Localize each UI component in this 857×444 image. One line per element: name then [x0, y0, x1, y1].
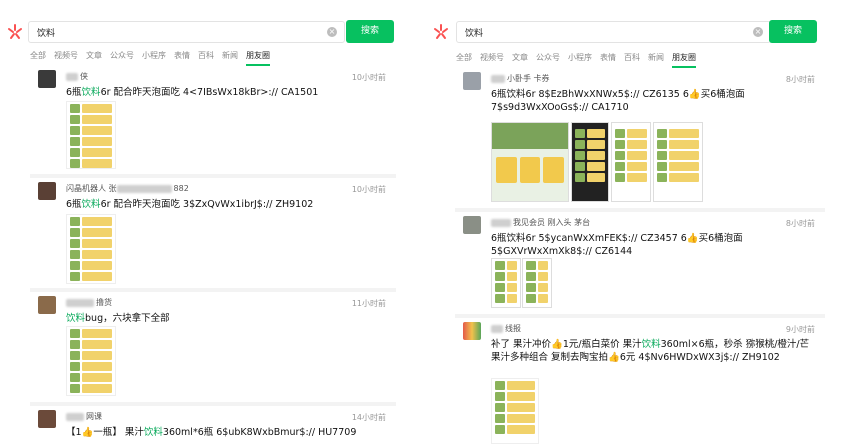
avatar[interactable] — [38, 70, 56, 88]
tab-mini-programs[interactable]: 小程序 — [142, 50, 166, 66]
post-image[interactable] — [491, 378, 539, 444]
post-time: 10小时前 — [351, 73, 386, 82]
post-time: 10小时前 — [351, 185, 386, 194]
moment-post[interactable]: 侠 10小时前 6瓶饮料6r 配合昨天泡面吃 4<7IBsWx18kBr>://… — [30, 66, 396, 174]
post-image[interactable] — [66, 326, 116, 396]
post-author[interactable]: 撸货 — [66, 297, 112, 308]
post-image[interactable] — [611, 122, 651, 202]
post-text: 6瓶饮料6r 配合昨天泡面吃 3$ZxQvWx1ibrJ$:// ZH9102 — [66, 199, 314, 210]
tab-encyclopedia[interactable]: 百科 — [624, 52, 640, 68]
post-author[interactable]: 小卧手 卡券 — [491, 73, 550, 84]
post-text: 6瓶饮料6r 配合昨天泡面吃 4<7IBsWx18kBr>:// CA1501 — [66, 87, 319, 98]
wechat-search-logo-icon — [8, 24, 22, 39]
moments-feed: 小卧手 卡券 8小时前 6瓶饮料6r 8$EzBhWxXNWx5$:// CZ6… — [455, 68, 825, 444]
clear-icon[interactable]: × — [327, 27, 337, 37]
search-input[interactable]: 饮料 × — [456, 21, 771, 43]
tab-moments[interactable]: 朋友圈 — [246, 50, 270, 66]
search-button[interactable]: 搜索 — [346, 20, 394, 43]
tab-channels[interactable]: 视频号 — [54, 50, 78, 66]
post-image[interactable] — [571, 122, 609, 202]
left-search-panel: 饮料 × 搜索 全部 视频号 文章 公众号 小程序 表情 百科 新闻 朋友圈 侠… — [0, 0, 404, 444]
avatar[interactable] — [38, 296, 56, 314]
right-search-panel: 饮料 × 搜索 全部 视频号 文章 公众号 小程序 表情 百科 新闻 朋友圈 小… — [428, 0, 857, 444]
post-image[interactable] — [522, 258, 552, 308]
tab-articles[interactable]: 文章 — [512, 52, 528, 68]
search-button[interactable]: 搜索 — [769, 20, 817, 43]
post-author[interactable]: 我见会员 刚入头 茅台 — [491, 217, 590, 228]
search-input[interactable]: 饮料 × — [28, 21, 345, 43]
avatar[interactable] — [38, 182, 56, 200]
post-author[interactable]: 网课 — [66, 411, 102, 422]
search-tabs: 全部 视频号 文章 公众号 小程序 表情 百科 新闻 朋友圈 — [456, 52, 696, 68]
search-query-text: 饮料 — [465, 29, 484, 39]
post-text: 【1👍一瓶】 果汁饮料360ml*6瓶 6$ubK8WxbBmur$:// HU… — [66, 427, 357, 438]
post-author[interactable]: 闪晶机器人 张 882 — [66, 183, 189, 194]
wechat-search-logo-icon — [434, 24, 448, 39]
tab-stickers[interactable]: 表情 — [174, 50, 190, 66]
post-image[interactable] — [491, 122, 569, 202]
moment-post[interactable]: 撸货 11小时前 饮料bug，六块拿下全部 — [30, 292, 396, 402]
post-image[interactable] — [653, 122, 703, 202]
post-author[interactable]: 侠 — [66, 71, 88, 82]
post-image[interactable] — [491, 258, 521, 308]
search-query-text: 饮料 — [37, 29, 56, 39]
post-image[interactable] — [66, 214, 116, 284]
tab-mini-programs[interactable]: 小程序 — [568, 52, 592, 68]
moment-post[interactable]: 闪晶机器人 张 882 10小时前 6瓶饮料6r 配合昨天泡面吃 3$ZxQvWx… — [30, 178, 396, 288]
tab-news[interactable]: 新闻 — [222, 50, 238, 66]
avatar[interactable] — [463, 72, 481, 90]
post-text: 补了 果汁冲价👍1元/瓶白菜价 果汁饮料360ml×6瓶，秒杀 猕猴桃/橙汁/芒… — [491, 339, 810, 363]
tab-moments[interactable]: 朋友圈 — [672, 52, 696, 68]
post-image[interactable] — [66, 101, 116, 169]
search-tabs: 全部 视频号 文章 公众号 小程序 表情 百科 新闻 朋友圈 — [30, 50, 270, 66]
avatar[interactable] — [463, 216, 481, 234]
moment-post[interactable]: 我见会员 刚入头 茅台 8小时前 6瓶饮料6r 5$ycanWxXmFEK$:/… — [455, 212, 825, 314]
clear-icon[interactable]: × — [753, 27, 763, 37]
tab-all[interactable]: 全部 — [456, 52, 472, 68]
tab-stickers[interactable]: 表情 — [600, 52, 616, 68]
moment-post[interactable]: 线报 9小时前 补了 果汁冲价👍1元/瓶白菜价 果汁饮料360ml×6瓶，秒杀 … — [455, 318, 825, 444]
avatar[interactable] — [463, 322, 481, 340]
tab-articles[interactable]: 文章 — [86, 50, 102, 66]
avatar[interactable] — [38, 410, 56, 428]
tab-news[interactable]: 新闻 — [648, 52, 664, 68]
post-text: 饮料bug，六块拿下全部 — [66, 313, 170, 324]
tab-all[interactable]: 全部 — [30, 50, 46, 66]
tab-official-accounts[interactable]: 公众号 — [110, 50, 134, 66]
post-time: 14小时前 — [351, 413, 386, 422]
post-time: 11小时前 — [351, 299, 386, 308]
post-text: 6瓶饮料6r 5$ycanWxXmFEK$:// CZ3457 6👍买6桶泡面 … — [491, 233, 743, 257]
tab-channels[interactable]: 视频号 — [480, 52, 504, 68]
post-author[interactable]: 线报 — [491, 323, 521, 334]
moment-post[interactable]: 小卧手 卡券 8小时前 6瓶饮料6r 8$EzBhWxXNWx5$:// CZ6… — [455, 68, 825, 208]
post-time: 8小时前 — [785, 75, 815, 84]
moment-post[interactable]: 网课 14小时前 【1👍一瓶】 果汁饮料360ml*6瓶 6$ubK8WxbBm… — [30, 406, 396, 444]
post-text: 6瓶饮料6r 8$EzBhWxXNWx5$:// CZ6135 6👍买6桶泡面 … — [491, 89, 745, 113]
moments-feed: 侠 10小时前 6瓶饮料6r 配合昨天泡面吃 4<7IBsWx18kBr>://… — [30, 66, 396, 444]
tab-official-accounts[interactable]: 公众号 — [536, 52, 560, 68]
post-time: 8小时前 — [785, 219, 815, 228]
post-time: 9小时前 — [785, 325, 815, 334]
tab-encyclopedia[interactable]: 百科 — [198, 50, 214, 66]
